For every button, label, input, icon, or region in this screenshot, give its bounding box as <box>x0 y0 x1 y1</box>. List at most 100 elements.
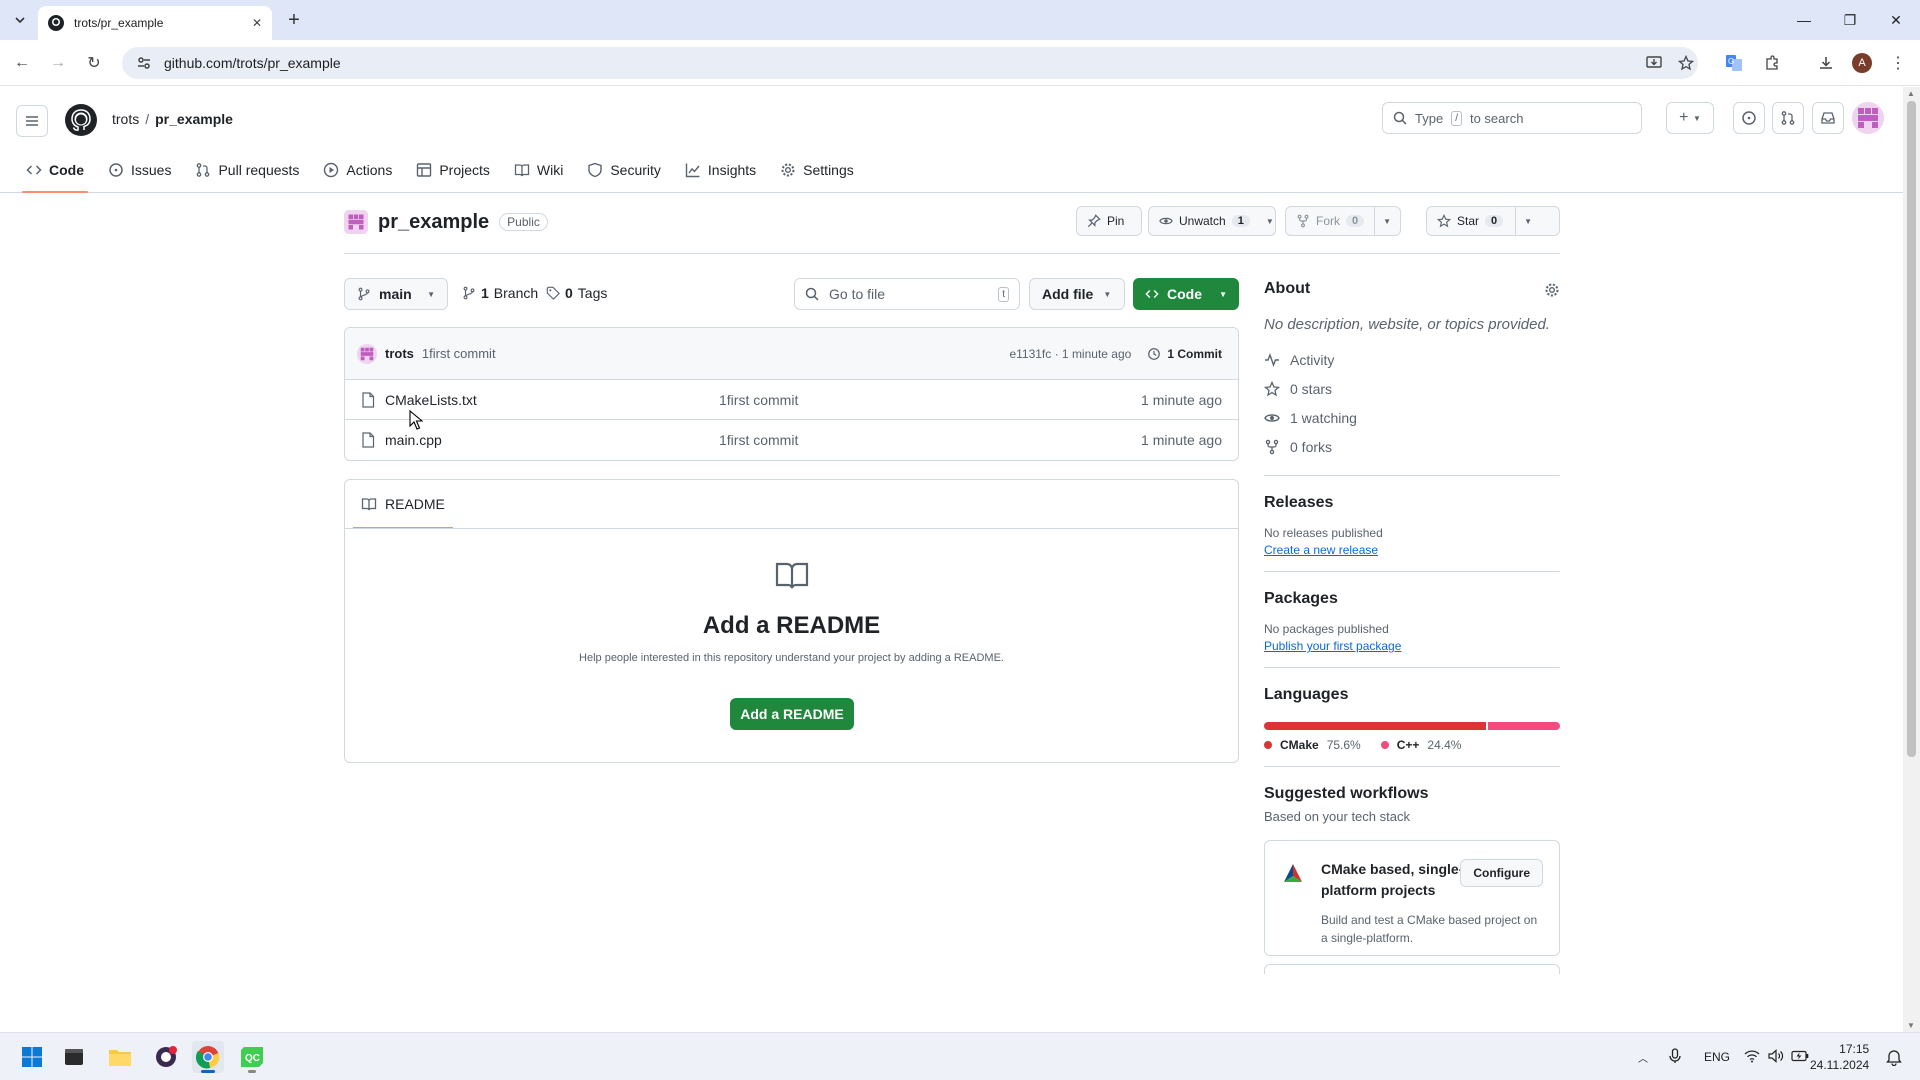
scrollbar-thumb[interactable] <box>1907 101 1916 757</box>
unwatch-button[interactable]: Unwatch 1 ▼ <box>1148 206 1276 236</box>
branches-link[interactable]: 1 Branch <box>462 285 538 301</box>
tab-insights[interactable]: Insights <box>675 147 766 193</box>
browser-tab[interactable]: trots/pr_example ✕ <box>38 6 272 40</box>
pin-button[interactable]: Pin <box>1076 206 1142 236</box>
new-tab-button[interactable]: + <box>282 8 306 32</box>
window-close-button[interactable]: ✕ <box>1873 0 1919 40</box>
search-input[interactable]: Type / to search <box>1382 102 1642 134</box>
add-readme-button[interactable]: Add a README <box>730 698 854 730</box>
file-commit-message[interactable]: 1first commit <box>719 392 798 408</box>
pull-requests-button[interactable] <box>1772 102 1804 134</box>
downloads-icon[interactable] <box>1814 51 1838 75</box>
microphone-icon[interactable] <box>1656 1047 1694 1067</box>
restore-button[interactable]: ❐ <box>1827 0 1873 40</box>
activity-link[interactable]: Activity <box>1264 345 1560 374</box>
star-dropdown[interactable]: ▼ <box>1516 207 1540 235</box>
create-new-button[interactable]: + ▼ <box>1666 102 1714 134</box>
inbox-button[interactable] <box>1812 102 1844 134</box>
stars-link[interactable]: 0 stars <box>1264 374 1560 403</box>
releases-title[interactable]: Releases <box>1264 494 1560 512</box>
input-language[interactable]: ENG <box>1694 1050 1740 1064</box>
commit-author[interactable]: trots <box>385 346 414 361</box>
create-release-link[interactable]: Create a new release <box>1264 543 1560 557</box>
tab-label: Wiki <box>536 162 564 178</box>
terminal-app-icon[interactable] <box>58 1041 90 1073</box>
author-avatar[interactable] <box>357 343 377 364</box>
file-explorer-icon[interactable] <box>104 1041 136 1073</box>
publish-package-link[interactable]: Publish your first package <box>1264 639 1560 653</box>
configure-button[interactable]: Configure <box>1460 859 1543 887</box>
volume-icon[interactable] <box>1764 1048 1788 1066</box>
wifi-icon[interactable] <box>1740 1049 1764 1066</box>
language-item[interactable]: CMake 75.6% <box>1264 738 1361 752</box>
hamburger-menu-button[interactable] <box>16 105 48 137</box>
packages-title[interactable]: Packages <box>1264 590 1560 608</box>
notification-bell-icon[interactable] <box>1886 1048 1902 1071</box>
commits-link[interactable]: 1 Commit <box>1147 347 1222 361</box>
file-row[interactable]: main.cpp 1first commit 1 minute ago <box>345 420 1238 460</box>
file-commit-message[interactable]: 1first commit <box>719 432 798 448</box>
add-file-button[interactable]: Add file ▼ <box>1029 278 1125 310</box>
chrome-menu-icon[interactable]: ⋮ <box>1886 51 1910 75</box>
fork-dropdown[interactable]: ▼ <box>1375 207 1399 235</box>
start-button[interactable] <box>16 1041 48 1073</box>
tab-security[interactable]: Security <box>577 147 671 193</box>
commit-message[interactable]: 1first commit <box>422 346 496 361</box>
translate-icon[interactable]: G <box>1722 51 1746 75</box>
watchers-link[interactable]: 1 watching <box>1264 403 1560 432</box>
scroll-up-icon[interactable]: ▲ <box>1907 89 1915 98</box>
tab-projects[interactable]: Projects <box>406 147 500 193</box>
tab-wiki[interactable]: Wiki <box>504 147 573 193</box>
bookmark-star-icon[interactable] <box>1674 51 1698 75</box>
chevron-down-icon: ▼ <box>1692 113 1701 123</box>
reload-button[interactable]: ↻ <box>82 51 106 75</box>
tab-issues[interactable]: Issues <box>98 147 181 193</box>
file-name[interactable]: CMakeLists.txt <box>385 392 715 408</box>
github-logo-icon[interactable] <box>64 103 98 137</box>
tab-search-button[interactable] <box>8 8 32 32</box>
go-to-file-input[interactable]: Go to file t <box>794 278 1020 310</box>
gear-icon[interactable] <box>1544 282 1560 298</box>
tab-actions[interactable]: Actions <box>313 147 402 193</box>
tab-settings[interactable]: Settings <box>770 147 864 193</box>
fork-button[interactable]: Fork 0 ▼ <box>1285 206 1401 236</box>
vertical-scrollbar[interactable]: ▲ ▼ <box>1903 87 1920 1032</box>
file-row[interactable]: CMakeLists.txt 1first commit 1 minute ag… <box>345 380 1238 420</box>
tab-close-icon[interactable]: ✕ <box>252 16 262 30</box>
forward-button[interactable]: → <box>46 51 70 75</box>
workflow-title[interactable]: CMake based, single-platform projects <box>1321 859 1471 901</box>
language-item[interactable]: C++ 24.4% <box>1380 738 1461 752</box>
minimize-button[interactable]: — <box>1781 0 1827 40</box>
watch-count: 1 <box>1231 215 1250 227</box>
commits-label: 1 Commit <box>1167 346 1222 361</box>
site-info-icon[interactable] <box>136 55 152 71</box>
scroll-down-icon[interactable]: ▼ <box>1907 1021 1915 1030</box>
branch-selector[interactable]: main ▼ <box>344 278 448 310</box>
github-desktop-icon[interactable] <box>150 1041 182 1073</box>
commit-sha-time[interactable]: e1131fc · 1 minute ago <box>1009 347 1131 361</box>
address-bar[interactable]: github.com/trots/pr_example <box>122 47 1698 79</box>
tab-pull-requests[interactable]: Pull requests <box>185 147 309 193</box>
code-dropdown-button[interactable]: Code ▼ <box>1133 278 1239 310</box>
issues-button[interactable] <box>1733 102 1765 134</box>
watch-dropdown[interactable]: ▼ <box>1258 207 1282 235</box>
battery-icon[interactable] <box>1788 1050 1812 1065</box>
repo-name[interactable]: pr_example <box>378 211 489 234</box>
extensions-icon[interactable] <box>1760 51 1784 75</box>
star-button[interactable]: Star 0 ▼ <box>1426 206 1560 236</box>
file-name[interactable]: main.cpp <box>385 432 715 448</box>
owner-link[interactable]: trots <box>112 111 139 127</box>
readme-tab[interactable]: README <box>353 480 453 529</box>
chrome-taskbar-icon[interactable] <box>192 1041 224 1073</box>
profile-avatar[interactable]: A <box>1850 51 1874 75</box>
forks-link[interactable]: 0 forks <box>1264 432 1560 461</box>
qt-creator-icon[interactable]: QC <box>236 1041 268 1073</box>
back-button[interactable]: ← <box>10 51 34 75</box>
tray-overflow-icon[interactable]: ︿ <box>1630 1050 1656 1065</box>
repo-link[interactable]: pr_example <box>155 111 233 127</box>
user-avatar[interactable] <box>1852 102 1884 134</box>
taskbar-clock[interactable]: 17:15 24.11.2024 <box>1810 1041 1869 1073</box>
tags-link[interactable]: 0 Tags <box>546 285 607 301</box>
tab-code[interactable]: Code <box>16 147 94 193</box>
install-app-icon[interactable] <box>1642 51 1666 75</box>
